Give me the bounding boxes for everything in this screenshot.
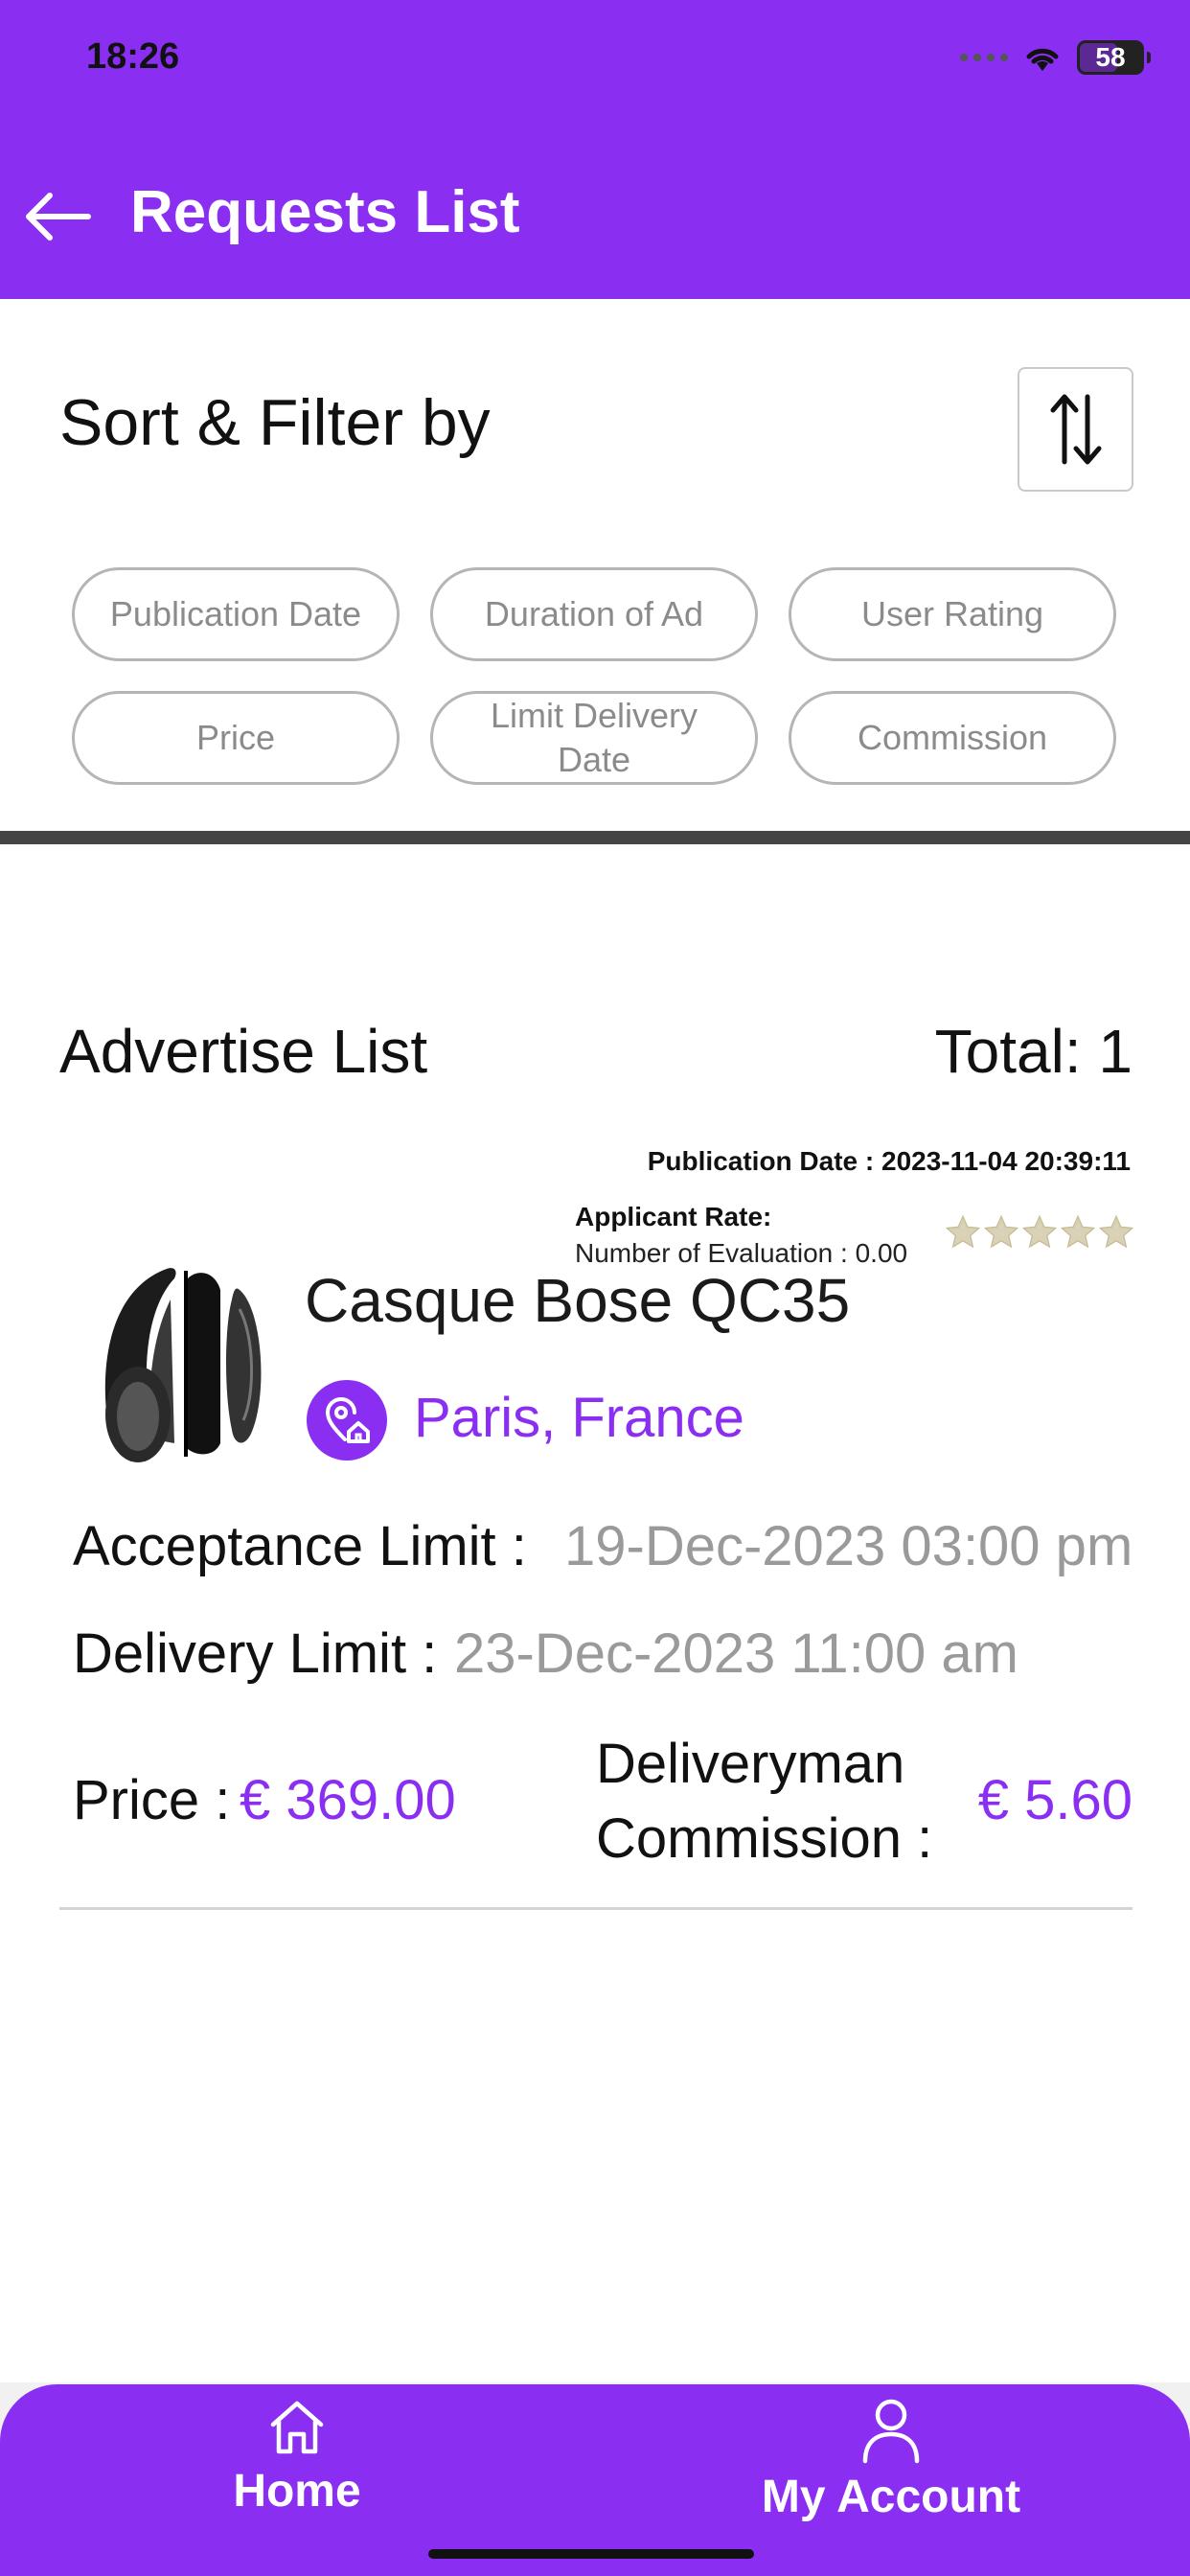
page-title: Requests List	[130, 179, 520, 245]
star-icon	[945, 1214, 981, 1249]
applicant-rate-label: Applicant Rate:	[575, 1202, 772, 1231]
home-indicator	[428, 2549, 754, 2559]
battery-icon: 58	[1077, 40, 1151, 75]
section-divider	[0, 831, 1190, 844]
location-home-icon	[307, 1380, 387, 1460]
commission-label-line2: Commission :	[596, 1807, 933, 1870]
delivery-limit-label: Delivery Limit :	[73, 1622, 438, 1685]
price-label: Price :	[73, 1769, 231, 1831]
commission-value: € 5.60	[977, 1769, 1133, 1831]
filter-chip-duration-of-ad[interactable]: Duration of Ad	[430, 567, 758, 661]
filter-chip-user-rating[interactable]: User Rating	[789, 567, 1116, 661]
price-value: € 369.00	[240, 1769, 456, 1831]
headphones-image	[104, 1268, 262, 1462]
status-indicators: 58	[960, 29, 1151, 86]
product-location: Paris, France	[414, 1387, 744, 1449]
wifi-icon	[1023, 42, 1062, 73]
nav-home-label: Home	[233, 2466, 361, 2517]
product-image	[71, 1252, 287, 1476]
filter-chip-commission[interactable]: Commission	[789, 691, 1116, 785]
nav-home[interactable]: Home	[192, 2396, 402, 2518]
nav-my-account[interactable]: My Account	[757, 2396, 1025, 2523]
star-rating	[944, 1213, 1135, 1252]
list-divider	[59, 1907, 1133, 1910]
product-name: Casque Bose QC35	[305, 1266, 851, 1335]
star-icon	[1060, 1214, 1096, 1249]
status-time: 18:26	[86, 36, 180, 77]
acceptance-limit-value: 19-Dec-2023 03:00 pm	[564, 1515, 1133, 1577]
nav-my-account-label: My Account	[761, 2472, 1021, 2522]
star-icon	[1021, 1214, 1058, 1249]
battery-level: 58	[1095, 42, 1126, 72]
commission-label: Deliveryman Commission :	[596, 1727, 932, 1876]
sort-arrows-icon	[1050, 394, 1101, 465]
signal-icon	[960, 54, 1008, 61]
arrow-left-icon	[26, 193, 91, 241]
acceptance-limit-label: Acceptance Limit :	[73, 1515, 527, 1577]
sort-filter-title: Sort & Filter by	[59, 386, 491, 459]
sort-order-button[interactable]	[1018, 367, 1133, 492]
user-icon	[862, 2399, 920, 2464]
advertise-total: Total: 1	[934, 1017, 1133, 1086]
delivery-limit-value: 23-Dec-2023 11:00 am	[454, 1622, 1018, 1685]
filter-chip-publication-date[interactable]: Publication Date	[72, 567, 400, 661]
advertise-list-title: Advertise List	[59, 1017, 428, 1086]
filter-chip-limit-delivery-date[interactable]: Limit Delivery Date	[430, 691, 758, 785]
home-icon	[270, 2401, 324, 2454]
back-button[interactable]	[21, 180, 94, 253]
star-icon	[983, 1214, 1019, 1249]
publication-date: Publication Date : 2023-11-04 20:39:11	[647, 1146, 1131, 1176]
star-icon	[1098, 1214, 1134, 1249]
commission-label-line1: Deliveryman	[596, 1733, 905, 1795]
filter-chip-price[interactable]: Price	[72, 691, 400, 785]
